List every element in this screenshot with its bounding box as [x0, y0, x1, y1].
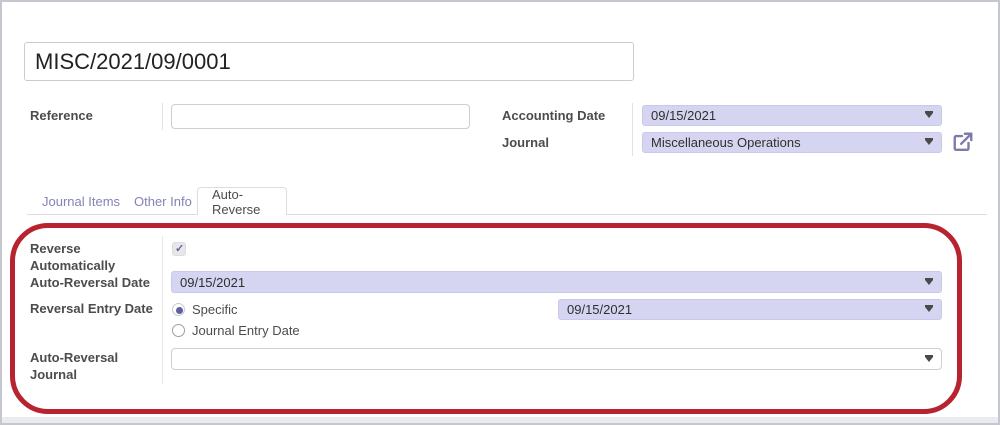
reference-label: Reference — [30, 108, 93, 123]
specific-date-select[interactable]: 09/15/2021 — [558, 299, 942, 320]
radio-specific[interactable]: Specific — [172, 302, 238, 317]
reverse-automatically-checkbox[interactable] — [172, 242, 186, 256]
accounting-date-select[interactable]: 09/15/2021 — [642, 105, 942, 126]
auto-reversal-date-select[interactable]: 09/15/2021 — [171, 271, 942, 293]
tab-auto-reverse[interactable]: Auto-Reverse — [197, 187, 287, 217]
auto-reversal-date-value: 09/15/2021 — [180, 274, 246, 290]
caret-down-icon — [925, 138, 933, 145]
radio-journal-entry-date-label: Journal Entry Date — [192, 323, 300, 338]
caret-down-icon — [925, 305, 933, 312]
specific-date-value: 09/15/2021 — [567, 302, 633, 317]
external-link-icon[interactable] — [952, 131, 974, 153]
divider — [632, 103, 633, 156]
accounting-date-value: 09/15/2021 — [651, 108, 717, 123]
auto-reversal-journal-label: Auto-Reversal Journal — [30, 350, 119, 382]
reverse-automatically-label: Reverse Automatically — [30, 241, 116, 273]
caret-down-icon — [925, 277, 933, 285]
reference-input[interactable] — [171, 104, 470, 129]
accounting-date-label: Accounting Date — [502, 108, 606, 123]
caret-down-icon — [925, 111, 933, 118]
journal-entry-form: Reference Accounting Date Journal 09/15/… — [0, 0, 1000, 425]
journal-value: Miscellaneous Operations — [651, 135, 801, 150]
radio-journal-entry-date[interactable]: Journal Entry Date — [172, 323, 300, 338]
tab-other-info[interactable]: Other Info — [120, 188, 206, 215]
divider — [162, 103, 163, 130]
reversal-entry-date-label: Reversal Entry Date — [30, 301, 153, 316]
tab-journal-items[interactable]: Journal Items — [28, 188, 134, 215]
auto-reversal-journal-select[interactable] — [171, 348, 942, 370]
radio-button-icon — [172, 303, 185, 316]
journal-label: Journal — [502, 135, 549, 150]
caret-down-icon — [925, 354, 933, 362]
journal-select[interactable]: Miscellaneous Operations — [642, 132, 942, 153]
radio-specific-label: Specific — [192, 302, 238, 317]
entry-name-input[interactable] — [24, 42, 634, 81]
auto-reversal-date-label: Auto-Reversal Date — [30, 275, 150, 290]
bottom-strip — [2, 417, 998, 423]
radio-button-icon — [172, 324, 185, 337]
